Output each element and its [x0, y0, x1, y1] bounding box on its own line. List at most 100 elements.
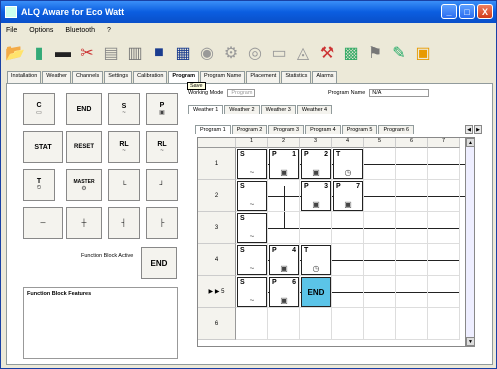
grid-cell[interactable] — [236, 308, 268, 340]
save-icon[interactable]: ■ — [149, 43, 169, 63]
program-block-end[interactable]: END — [301, 277, 331, 307]
program-block-s[interactable]: S ~ — [237, 149, 267, 179]
palette-wire-corner-2[interactable]: ┘ — [146, 169, 178, 201]
palette-stat-button[interactable]: STAT — [23, 131, 63, 163]
palette-c-button[interactable]: C ▭ — [23, 93, 55, 125]
tab-alarms[interactable]: Alarms — [312, 71, 338, 83]
grid-cell[interactable] — [332, 276, 364, 308]
grid-cell[interactable] — [428, 276, 460, 308]
zoom-icon[interactable]: ◎ — [245, 43, 265, 63]
grid-cell[interactable] — [364, 244, 396, 276]
tab-weather[interactable]: Weather — [42, 71, 71, 83]
program-block-s[interactable]: S ~ — [237, 245, 267, 275]
tab-settings[interactable]: Settings — [104, 71, 133, 83]
program-block-p[interactable]: P 7 ▣ — [333, 181, 363, 211]
chart-icon[interactable]: ▩ — [341, 43, 361, 63]
grid-cell[interactable] — [428, 180, 460, 212]
program-block-s[interactable]: S ~ — [237, 277, 267, 307]
menu-help[interactable]: ? — [107, 27, 111, 34]
grid-cell[interactable] — [268, 212, 300, 244]
exit-icon[interactable]: ▣ — [413, 43, 433, 63]
grid-cell[interactable] — [364, 308, 396, 340]
contact-icon[interactable]: ▭ — [269, 43, 289, 63]
grid-cell[interactable] — [300, 308, 332, 340]
tab-scroll-right-icon[interactable]: ▶ — [474, 125, 482, 134]
program-block-p[interactable]: P 2 ▣ — [301, 149, 331, 179]
grid-cell[interactable] — [332, 244, 364, 276]
palette-wire-tee[interactable]: ┼ — [66, 207, 102, 239]
grid-cell[interactable] — [364, 276, 396, 308]
palette-rl2-button[interactable]: RL ~ — [146, 131, 178, 163]
scroll-up-icon[interactable]: ▲ — [466, 138, 475, 147]
delete-icon[interactable]: ▬ — [53, 43, 73, 63]
tab-calibration[interactable]: Calibration — [133, 71, 168, 83]
tab-scroll-left-icon[interactable]: ◀ — [465, 125, 473, 134]
grid-cell[interactable] — [332, 308, 364, 340]
grid-cell[interactable] — [396, 180, 428, 212]
tab-program-1[interactable]: Program 1 — [195, 125, 231, 134]
tab-weather-1[interactable]: Weather 1 — [188, 105, 224, 114]
grid-cell[interactable] — [396, 148, 428, 180]
paste-icon[interactable]: ▥ — [125, 43, 145, 63]
cut-icon[interactable]: ✂ — [77, 43, 97, 63]
save-as-icon[interactable]: ▦ — [173, 43, 193, 63]
grid-cell[interactable] — [396, 244, 428, 276]
palette-t-button[interactable]: T ⏲ — [23, 169, 55, 201]
settings-icon[interactable]: ⚙ — [221, 43, 241, 63]
tools-icon[interactable]: ⚒ — [317, 43, 337, 63]
flag-icon[interactable]: ⚑ — [365, 43, 385, 63]
grid-cell[interactable] — [300, 212, 332, 244]
grid-cell[interactable] — [332, 212, 364, 244]
palette-master-button[interactable]: MASTER ⚙ — [66, 169, 102, 201]
tab-program-6[interactable]: Program 6 — [378, 125, 415, 134]
grid-cell[interactable] — [364, 148, 396, 180]
grid-cell[interactable] — [396, 212, 428, 244]
close-button[interactable]: X — [477, 4, 493, 19]
menu-file[interactable]: File — [6, 27, 17, 34]
tab-program-2[interactable]: Program 2 — [231, 125, 268, 134]
grid-cell[interactable] — [268, 180, 300, 212]
lock-icon[interactable]: ◬ — [293, 43, 313, 63]
program-block-s[interactable]: S ~ — [237, 213, 267, 243]
program-block-p[interactable]: P 6 ▣ — [269, 277, 299, 307]
menu-bluetooth[interactable]: Bluetooth — [65, 27, 95, 34]
working-mode-select[interactable]: Program — [227, 89, 256, 97]
tab-weather-4[interactable]: Weather 4 — [296, 105, 333, 114]
grid-cell[interactable] — [428, 148, 460, 180]
tab-weather-3[interactable]: Weather 3 — [260, 105, 296, 114]
edit-icon[interactable]: ✎ — [389, 43, 409, 63]
palette-wire-corner-1[interactable]: └ — [108, 169, 140, 201]
palette-wire-tee-right[interactable]: ├ — [146, 207, 178, 239]
tab-weather-2[interactable]: Weather 2 — [224, 105, 260, 114]
tab-program-name[interactable]: Program Name — [200, 71, 246, 83]
program-block-p[interactable]: P 3 ▣ — [301, 181, 331, 211]
grid-cell[interactable] — [428, 244, 460, 276]
grid-scrollbar[interactable]: ▲ ▼ — [465, 138, 475, 346]
tab-program-4[interactable]: Program 4 — [305, 125, 341, 134]
tab-program-3[interactable]: Program 3 — [268, 125, 305, 134]
palette-rl1-button[interactable]: RL ~ — [108, 131, 140, 163]
grid-cell[interactable] — [364, 180, 396, 212]
grid-cell[interactable] — [268, 308, 300, 340]
program-block-t[interactable]: T ◷ — [333, 149, 363, 179]
menu-options[interactable]: Options — [29, 27, 53, 34]
grid-cell[interactable] — [428, 308, 460, 340]
open-icon[interactable]: 📂 — [5, 43, 25, 63]
tab-placement[interactable]: Placement — [246, 71, 281, 83]
grid-cell[interactable] — [428, 212, 460, 244]
palette-wire-horizontal[interactable]: ─ — [23, 207, 63, 239]
copy-icon[interactable]: ▤ — [101, 43, 121, 63]
palette-end-button[interactable]: END — [66, 93, 102, 125]
grid-cell[interactable] — [396, 308, 428, 340]
new-icon[interactable]: ▮ — [29, 43, 49, 63]
maximize-button[interactable]: □ — [459, 4, 475, 19]
program-block-t[interactable]: T ◷ — [301, 245, 331, 275]
tab-channels[interactable]: Channels — [71, 71, 104, 83]
grid-cell[interactable] — [396, 276, 428, 308]
palette-wire-tee-left[interactable]: ┤ — [108, 207, 140, 239]
program-name-field[interactable]: N/A — [369, 89, 430, 97]
grid-cell[interactable] — [364, 212, 396, 244]
palette-p-button[interactable]: P ▣ — [146, 93, 178, 125]
minimize-button[interactable]: _ — [441, 4, 457, 19]
scroll-down-icon[interactable]: ▼ — [466, 337, 475, 346]
